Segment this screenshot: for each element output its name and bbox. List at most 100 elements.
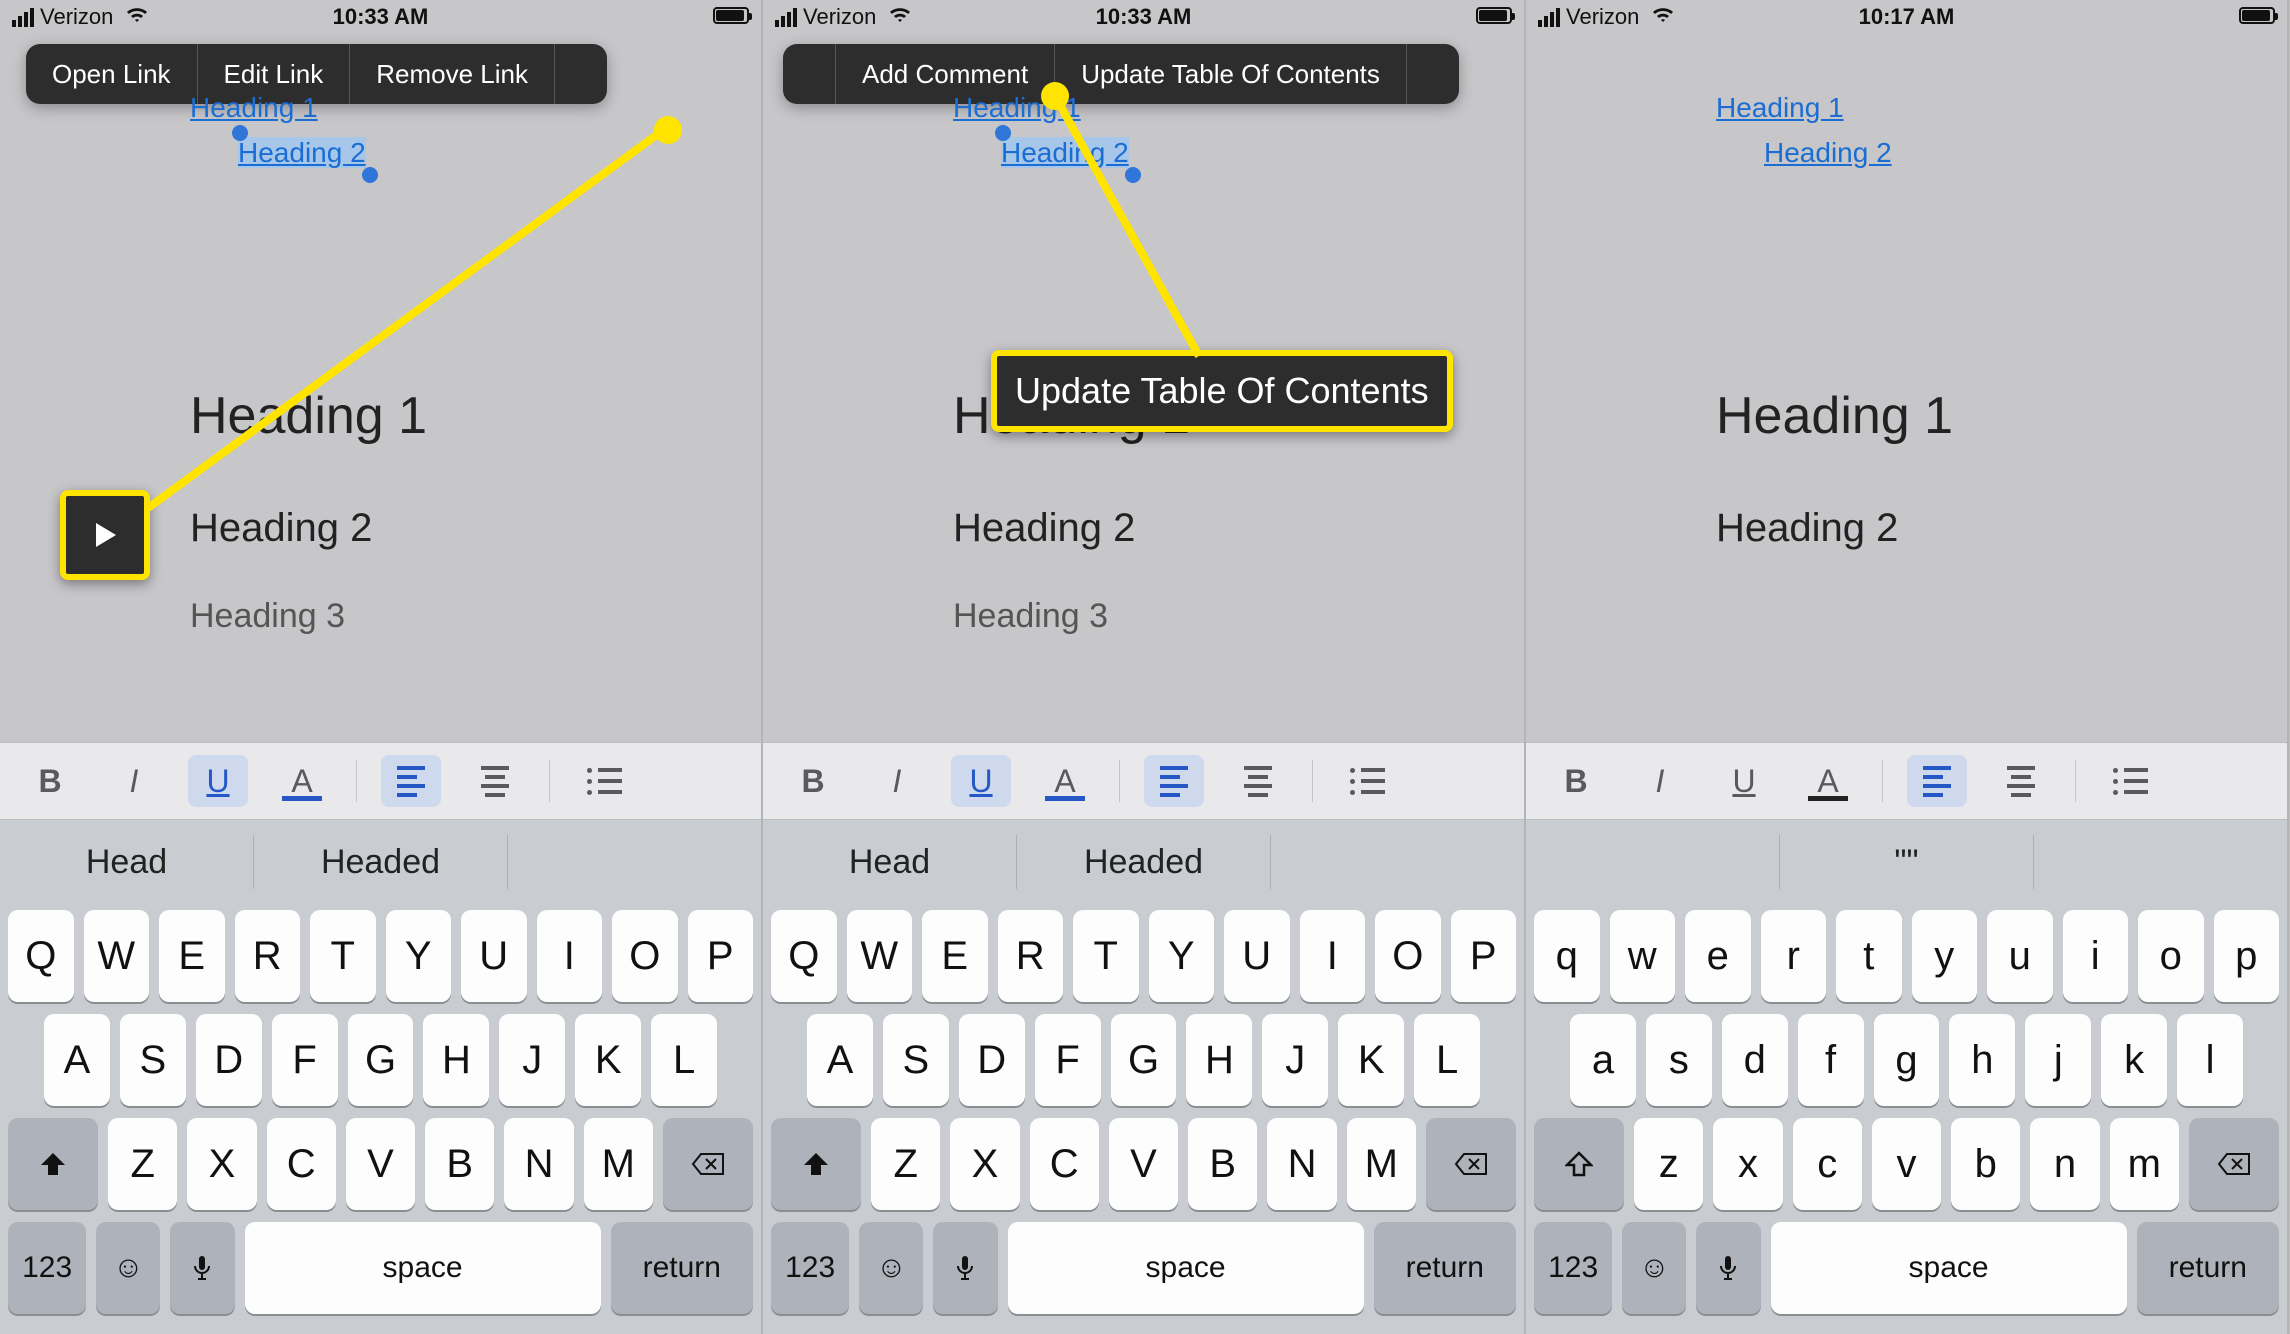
key-o[interactable]: o — [2138, 910, 2204, 1002]
suggestion-1[interactable]: Head — [763, 835, 1017, 889]
key-e[interactable]: E — [159, 910, 225, 1002]
text-color-button[interactable]: A — [272, 755, 332, 807]
italic-button[interactable]: I — [104, 755, 164, 807]
key-u[interactable]: U — [461, 910, 527, 1002]
numeric-key[interactable]: 123 — [8, 1222, 86, 1314]
space-key[interactable]: space — [1771, 1222, 2127, 1314]
bold-button[interactable]: B — [20, 755, 80, 807]
suggestion-1[interactable]: Head — [0, 835, 254, 889]
selection-handle-start[interactable] — [232, 125, 248, 141]
key-w[interactable]: W — [84, 910, 150, 1002]
key-v[interactable]: v — [1872, 1118, 1941, 1210]
key-c[interactable]: C — [1030, 1118, 1099, 1210]
align-left-button[interactable] — [381, 755, 441, 807]
italic-button[interactable]: I — [1630, 755, 1690, 807]
key-y[interactable]: y — [1912, 910, 1978, 1002]
key-k[interactable]: k — [2101, 1014, 2167, 1106]
key-x[interactable]: X — [187, 1118, 256, 1210]
key-w[interactable]: w — [1610, 910, 1676, 1002]
key-p[interactable]: P — [688, 910, 754, 1002]
key-v[interactable]: V — [346, 1118, 415, 1210]
key-f[interactable]: F — [1035, 1014, 1101, 1106]
suggestion-2[interactable]: "" — [1780, 835, 2034, 889]
key-s[interactable]: S — [120, 1014, 186, 1106]
selection-handle-start[interactable] — [995, 125, 1011, 141]
suggestion-3[interactable] — [2034, 835, 2287, 889]
list-button[interactable] — [1337, 755, 1397, 807]
key-g[interactable]: G — [348, 1014, 414, 1106]
shift-key[interactable] — [771, 1118, 861, 1210]
backspace-key[interactable] — [663, 1118, 753, 1210]
toc-link-1[interactable]: Heading 1 — [190, 92, 318, 123]
suggestion-1[interactable] — [1526, 835, 1780, 889]
key-b[interactable]: B — [425, 1118, 494, 1210]
key-g[interactable]: G — [1111, 1014, 1177, 1106]
key-a[interactable]: A — [44, 1014, 110, 1106]
toc-link-1[interactable]: Heading 1 — [1716, 92, 1844, 123]
key-i[interactable]: I — [1300, 910, 1366, 1002]
key-d[interactable]: d — [1722, 1014, 1788, 1106]
italic-button[interactable]: I — [867, 755, 927, 807]
body-text[interactable]: Heading 1 Heading 2 — [1716, 386, 2287, 551]
align-center-button[interactable] — [465, 755, 525, 807]
selection-handle-end[interactable] — [362, 167, 378, 183]
key-s[interactable]: S — [883, 1014, 949, 1106]
heading-1[interactable]: Heading 1 — [190, 386, 761, 446]
bold-button[interactable]: B — [783, 755, 843, 807]
key-l[interactable]: L — [651, 1014, 717, 1106]
heading-1[interactable]: Heading 1 — [1716, 386, 2287, 446]
return-key[interactable]: return — [2137, 1222, 2279, 1314]
heading-2[interactable]: Heading 2 — [190, 506, 761, 551]
key-s[interactable]: s — [1646, 1014, 1712, 1106]
key-h[interactable]: H — [423, 1014, 489, 1106]
key-b[interactable]: b — [1951, 1118, 2020, 1210]
key-y[interactable]: Y — [386, 910, 452, 1002]
key-m[interactable]: M — [1347, 1118, 1416, 1210]
key-n[interactable]: N — [1267, 1118, 1336, 1210]
key-r[interactable]: r — [1761, 910, 1827, 1002]
emoji-key[interactable]: ☺ — [96, 1222, 160, 1314]
key-t[interactable]: T — [1073, 910, 1139, 1002]
key-h[interactable]: H — [1186, 1014, 1252, 1106]
underline-button[interactable]: U — [188, 755, 248, 807]
key-a[interactable]: A — [807, 1014, 873, 1106]
toc-link-2[interactable]: Heading 2 — [238, 137, 366, 168]
emoji-key[interactable]: ☺ — [859, 1222, 923, 1314]
document-area[interactable]: Heading 1 Heading 2 Heading 1 Heading 2 — [1526, 34, 2287, 551]
key-f[interactable]: f — [1798, 1014, 1864, 1106]
shift-key[interactable] — [1534, 1118, 1624, 1210]
return-key[interactable]: return — [611, 1222, 753, 1314]
space-key[interactable]: space — [245, 1222, 601, 1314]
key-y[interactable]: Y — [1149, 910, 1215, 1002]
key-z[interactable]: Z — [871, 1118, 940, 1210]
key-k[interactable]: K — [1338, 1014, 1404, 1106]
align-center-button[interactable] — [1991, 755, 2051, 807]
key-n[interactable]: n — [2030, 1118, 2099, 1210]
key-e[interactable]: E — [922, 910, 988, 1002]
dictation-key[interactable] — [933, 1222, 997, 1314]
dictation-key[interactable] — [170, 1222, 234, 1314]
suggestion-2[interactable]: Headed — [254, 835, 508, 889]
suggestion-2[interactable]: Headed — [1017, 835, 1271, 889]
suggestion-3[interactable] — [1271, 835, 1524, 889]
key-r[interactable]: R — [235, 910, 301, 1002]
key-q[interactable]: q — [1534, 910, 1600, 1002]
key-k[interactable]: K — [575, 1014, 641, 1106]
align-left-button[interactable] — [1144, 755, 1204, 807]
key-d[interactable]: D — [196, 1014, 262, 1106]
text-color-button[interactable]: A — [1798, 755, 1858, 807]
key-p[interactable]: p — [2214, 910, 2280, 1002]
key-u[interactable]: U — [1224, 910, 1290, 1002]
numeric-key[interactable]: 123 — [1534, 1222, 1612, 1314]
key-b[interactable]: B — [1188, 1118, 1257, 1210]
backspace-key[interactable] — [1426, 1118, 1516, 1210]
key-q[interactable]: Q — [8, 910, 74, 1002]
underline-button[interactable]: U — [951, 755, 1011, 807]
key-e[interactable]: e — [1685, 910, 1751, 1002]
key-u[interactable]: u — [1987, 910, 2053, 1002]
document-area[interactable]: Heading 1 Heading 2 Heading 1 Heading 2 … — [763, 34, 1524, 636]
toc-link-2[interactable]: Heading 2 — [1764, 137, 1892, 168]
return-key[interactable]: return — [1374, 1222, 1516, 1314]
key-o[interactable]: O — [612, 910, 678, 1002]
suggestion-3[interactable] — [508, 835, 761, 889]
